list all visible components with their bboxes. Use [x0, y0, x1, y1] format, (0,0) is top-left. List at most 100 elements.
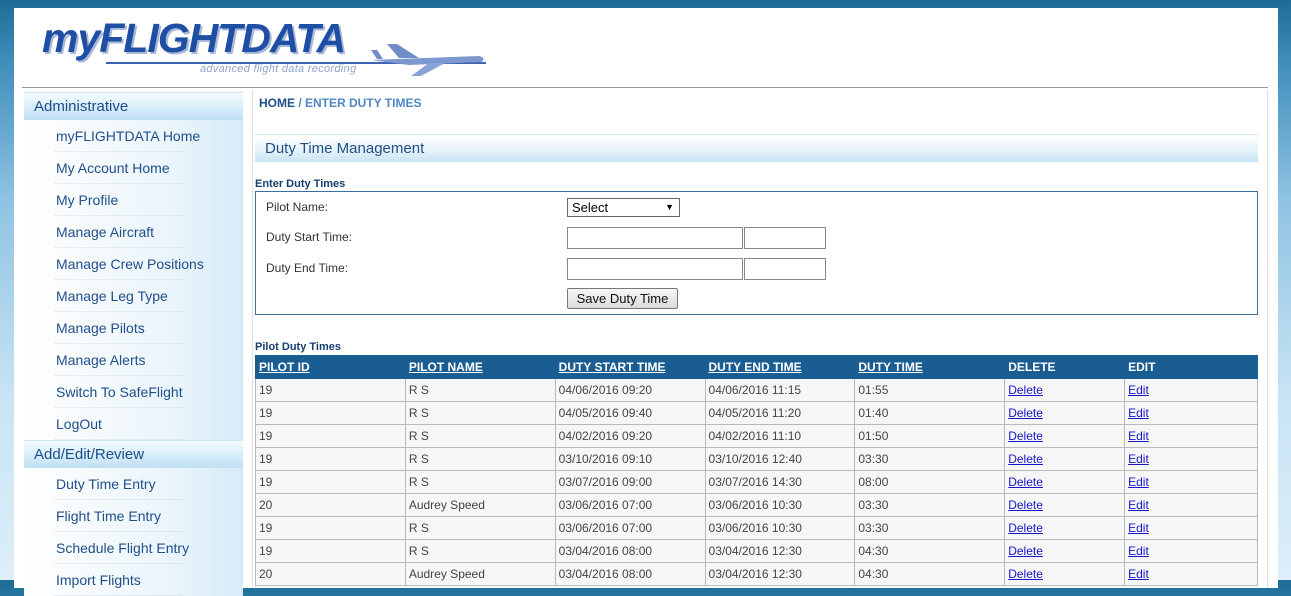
- breadcrumb-home[interactable]: HOME: [259, 96, 295, 110]
- sidebar-item-manage-pilots[interactable]: Manage Pilots: [24, 312, 243, 344]
- cell-pilot-name: R S: [404, 516, 556, 540]
- cell-edit: Edit: [1124, 378, 1258, 402]
- cell-duty-time: 03:30: [854, 493, 1006, 517]
- cell-pilot-name: R S: [404, 378, 556, 402]
- form-section-label: Enter Duty Times: [255, 178, 346, 190]
- cell-duty-start: 03/06/2016 07:00: [554, 493, 706, 517]
- column-header-duty-time[interactable]: DUTY TIME: [854, 355, 1006, 379]
- table-row: 19 R S 04/06/2016 09:20 04/06/2016 11:15 01:…: [255, 378, 1258, 402]
- cell-duty-end: 03/07/2016 14:30: [704, 470, 856, 494]
- edit-link[interactable]: Edit: [1128, 498, 1149, 512]
- logo[interactable]: myFLIGHTDATA: [42, 18, 346, 59]
- delete-link[interactable]: Delete: [1008, 475, 1043, 489]
- cell-pilot-id: 20: [255, 562, 406, 586]
- cell-delete: Delete: [1004, 401, 1126, 425]
- cell-duty-start: 04/02/2016 09:20: [554, 424, 706, 448]
- cell-duty-time: 04:30: [854, 539, 1006, 563]
- sidebar-item-my-profile[interactable]: My Profile: [24, 184, 243, 216]
- column-header-duty-start-time[interactable]: DUTY START TIME: [554, 355, 706, 379]
- sidebar-item-duty-time-entry[interactable]: Duty Time Entry: [24, 468, 243, 500]
- column-header-duty-end-time[interactable]: DUTY END TIME: [704, 355, 856, 379]
- sidebar-item-manage-alerts[interactable]: Manage Alerts: [24, 344, 243, 376]
- sidebar: Administrative myFLIGHTDATA Home My Acco…: [24, 92, 243, 596]
- sidebar-item-manage-leg-type[interactable]: Manage Leg Type: [24, 280, 243, 312]
- cell-pilot-name: R S: [404, 401, 556, 425]
- cell-duty-end: 04/05/2016 11:20: [704, 401, 856, 425]
- sidebar-list-administrative: myFLIGHTDATA Home My Account Home My Pro…: [24, 120, 243, 440]
- sidebar-item-switch-to-safeflight[interactable]: Switch To SafeFlight: [24, 376, 243, 408]
- airplane-icon: [371, 44, 484, 76]
- sidebar-item-my-account-home[interactable]: My Account Home: [24, 152, 243, 184]
- column-header-pilot-name[interactable]: PILOT NAME: [404, 355, 556, 379]
- duty-end-time-input[interactable]: [744, 258, 826, 280]
- sidebar-item-schedule-flight-entry[interactable]: Schedule Flight Entry: [24, 532, 243, 564]
- edit-link[interactable]: Edit: [1128, 544, 1149, 558]
- pilot-name-label: Pilot Name:: [266, 200, 329, 214]
- cell-duty-time: 03:30: [854, 516, 1006, 540]
- cell-pilot-name: R S: [404, 447, 556, 471]
- cell-pilot-name: R S: [404, 424, 556, 448]
- table-row: 20 Audrey Speed 03/06/2016 07:00 03/06/2016…: [255, 493, 1258, 517]
- pilot-name-select[interactable]: Select ▼: [567, 198, 680, 217]
- cell-duty-end: 03/10/2016 12:40: [704, 447, 856, 471]
- sidebar-item-logout[interactable]: LogOut: [24, 408, 243, 440]
- sidebar-section-administrative: Administrative: [24, 92, 243, 120]
- table-row: 20 Audrey Speed 03/04/2016 08:00 03/04/2016…: [255, 562, 1258, 586]
- breadcrumb: HOME / ENTER DUTY TIMES: [259, 96, 421, 110]
- sidebar-section-add-edit-review: Add/Edit/Review: [24, 440, 243, 468]
- cell-edit: Edit: [1124, 401, 1258, 425]
- cell-edit: Edit: [1124, 562, 1258, 586]
- edit-link[interactable]: Edit: [1128, 406, 1149, 420]
- cell-delete: Delete: [1004, 493, 1126, 517]
- edit-link[interactable]: Edit: [1128, 383, 1149, 397]
- delete-link[interactable]: Delete: [1008, 452, 1043, 466]
- cell-pilot-name: Audrey Speed: [404, 493, 556, 517]
- duty-start-time-input[interactable]: [744, 227, 826, 249]
- sidebar-item-manage-crew-positions[interactable]: Manage Crew Positions: [24, 248, 243, 280]
- delete-link[interactable]: Delete: [1008, 521, 1043, 535]
- cell-duty-time: 03:30: [854, 447, 1006, 471]
- table-section-label: Pilot Duty Times: [255, 341, 341, 353]
- cell-duty-end: 03/06/2016 10:30: [704, 493, 856, 517]
- cell-duty-time: 01:55: [854, 378, 1006, 402]
- cell-duty-time: 08:00: [854, 470, 1006, 494]
- table-header-row: PILOT ID PILOT NAME DUTY START TIME DUTY…: [255, 355, 1258, 379]
- sidebar-item-import-flights[interactable]: Import Flights: [24, 564, 243, 596]
- column-header-pilot-id[interactable]: PILOT ID: [255, 355, 406, 379]
- cell-pilot-id: 19: [255, 539, 406, 563]
- edit-link[interactable]: Edit: [1128, 475, 1149, 489]
- cell-pilot-id: 19: [255, 378, 406, 402]
- delete-link[interactable]: Delete: [1008, 567, 1043, 581]
- sidebar-item-manage-aircraft[interactable]: Manage Aircraft: [24, 216, 243, 248]
- cell-edit: Edit: [1124, 493, 1258, 517]
- page-container: myFLIGHTDATA advanced flight data record…: [14, 8, 1278, 596]
- delete-link[interactable]: Delete: [1008, 498, 1043, 512]
- cell-pilot-id: 20: [255, 493, 406, 517]
- cell-pilot-id: 19: [255, 401, 406, 425]
- logo-tagline: advanced flight data recording: [200, 63, 357, 75]
- save-duty-time-button[interactable]: Save Duty Time: [567, 288, 678, 309]
- edit-link[interactable]: Edit: [1128, 567, 1149, 581]
- table-row: 19 R S 04/05/2016 09:40 04/05/2016 11:20 01:…: [255, 401, 1258, 425]
- delete-link[interactable]: Delete: [1008, 429, 1043, 443]
- cell-edit: Edit: [1124, 539, 1258, 563]
- delete-link[interactable]: Delete: [1008, 544, 1043, 558]
- cell-duty-start: 03/04/2016 08:00: [554, 539, 706, 563]
- edit-link[interactable]: Edit: [1128, 429, 1149, 443]
- cell-pilot-name: Audrey Speed: [404, 562, 556, 586]
- delete-link[interactable]: Delete: [1008, 406, 1043, 420]
- sidebar-item-myflightdata-home[interactable]: myFLIGHTDATA Home: [24, 120, 243, 152]
- cell-duty-end: 04/02/2016 11:10: [704, 424, 856, 448]
- edit-link[interactable]: Edit: [1128, 521, 1149, 535]
- duty-end-date-input[interactable]: [567, 258, 743, 280]
- delete-link[interactable]: Delete: [1008, 383, 1043, 397]
- cell-duty-start: 04/05/2016 09:40: [554, 401, 706, 425]
- duty-start-date-input[interactable]: [567, 227, 743, 249]
- pilot-duty-times-table: PILOT ID PILOT NAME DUTY START TIME DUTY…: [255, 355, 1258, 586]
- duty-entry-form: Pilot Name: Select ▼ Duty Start Time: Du…: [255, 191, 1258, 315]
- cell-pilot-id: 19: [255, 447, 406, 471]
- cell-pilot-name: R S: [404, 470, 556, 494]
- sidebar-item-flight-time-entry[interactable]: Flight Time Entry: [24, 500, 243, 532]
- cell-pilot-id: 19: [255, 516, 406, 540]
- edit-link[interactable]: Edit: [1128, 452, 1149, 466]
